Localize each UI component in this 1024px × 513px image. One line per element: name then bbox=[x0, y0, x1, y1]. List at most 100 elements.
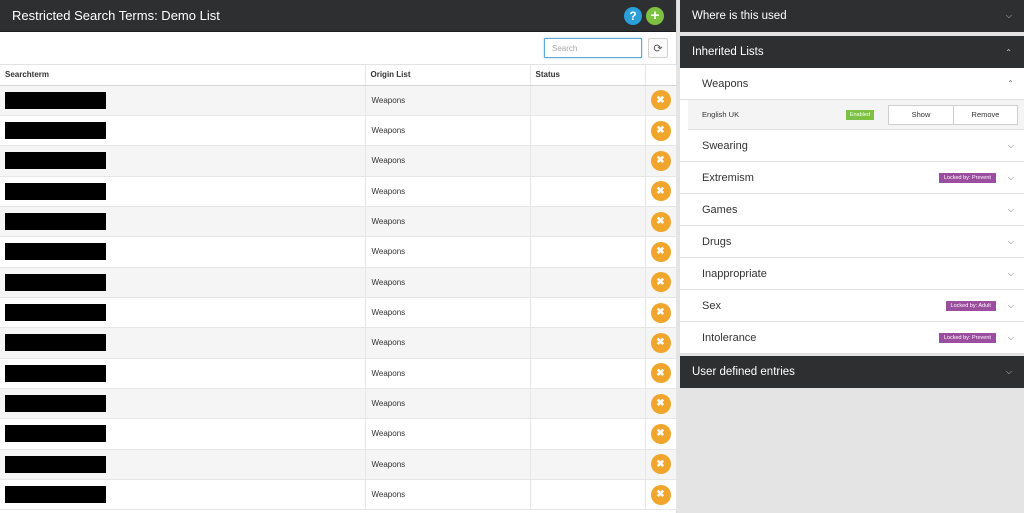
list-item-drugs[interactable]: Drugs ⌵ bbox=[680, 226, 1024, 258]
user-defined-header[interactable]: User defined entries ⌵ bbox=[680, 356, 1024, 388]
delete-icon[interactable]: ✖ bbox=[650, 454, 671, 475]
status-cell bbox=[530, 449, 646, 480]
delete-icon[interactable]: ✖ bbox=[650, 241, 671, 262]
user-defined-title: User defined entries bbox=[692, 366, 795, 378]
delete-icon[interactable]: ✖ bbox=[650, 393, 671, 414]
actions-cell: ✖ bbox=[645, 327, 677, 359]
table-row: Weapons ✖ bbox=[0, 267, 677, 298]
where-used-title: Where is this used bbox=[692, 10, 787, 22]
searchterm-cell bbox=[0, 449, 366, 480]
list-item-label: Drugs bbox=[702, 235, 732, 248]
search-input[interactable] bbox=[544, 38, 642, 58]
list-item-label: Swearing bbox=[702, 139, 748, 152]
panel-title: Restricted Search Terms: Demo List bbox=[12, 8, 220, 23]
status-cell bbox=[530, 145, 646, 177]
delete-icon[interactable]: ✖ bbox=[650, 272, 671, 293]
chevron-down-icon: ⌵ bbox=[1007, 204, 1014, 214]
status-cell bbox=[530, 206, 646, 238]
searchterm-cell bbox=[0, 418, 366, 450]
where-used-header[interactable]: Where is this used ⌵ bbox=[680, 0, 1024, 32]
redacted-term bbox=[5, 486, 106, 504]
add-icon[interactable]: + bbox=[646, 6, 664, 25]
status-cell bbox=[530, 176, 646, 207]
column-header-status[interactable]: Status bbox=[530, 65, 646, 86]
refresh-icon[interactable]: ⟳ bbox=[648, 38, 668, 58]
list-item-label: Sex bbox=[702, 299, 721, 312]
chevron-up-icon: ⌃ bbox=[1005, 47, 1012, 57]
delete-icon[interactable]: ✖ bbox=[650, 120, 671, 141]
delete-icon[interactable]: ✖ bbox=[650, 150, 671, 171]
help-icon[interactable]: ? bbox=[624, 6, 642, 25]
searchterm-cell bbox=[0, 206, 366, 238]
table-row: Weapons ✖ bbox=[0, 85, 677, 116]
searchterm-cell bbox=[0, 236, 366, 268]
actions-cell: ✖ bbox=[645, 206, 677, 238]
panel-header: Restricted Search Terms: Demo List ? + bbox=[0, 0, 676, 32]
column-header-origin-list[interactable]: Origin List bbox=[365, 65, 531, 86]
list-item-label: Intolerance bbox=[702, 331, 757, 344]
redacted-term bbox=[5, 213, 106, 231]
redacted-term bbox=[5, 395, 106, 413]
status-cell bbox=[530, 327, 646, 359]
actions-cell: ✖ bbox=[645, 145, 677, 177]
inherited-lists-title: Inherited Lists bbox=[692, 46, 764, 58]
origin-list-cell: Weapons bbox=[365, 176, 531, 207]
actions-cell: ✖ bbox=[645, 267, 677, 298]
locked-badge: Locked by: Prevent bbox=[938, 172, 996, 183]
delete-icon[interactable]: ✖ bbox=[650, 302, 671, 323]
chevron-up-icon: ⌃ bbox=[1007, 79, 1014, 88]
delete-icon[interactable]: ✖ bbox=[650, 211, 671, 232]
table-body: Weapons ✖ Weapons ✖ Weapons ✖ Weapons ✖ Weapons ✖… bbox=[0, 85, 677, 511]
delete-icon[interactable]: ✖ bbox=[650, 332, 671, 353]
list-item-inappropriate[interactable]: Inappropriate ⌵ bbox=[680, 258, 1024, 290]
inherited-lists-header[interactable]: Inherited Lists ⌃ bbox=[680, 36, 1024, 68]
remove-button[interactable]: Remove bbox=[954, 104, 1018, 125]
status-cell bbox=[530, 236, 646, 268]
delete-icon[interactable]: ✖ bbox=[650, 181, 671, 202]
chevron-down-icon: ⌵ bbox=[1005, 11, 1012, 20]
redacted-term bbox=[5, 273, 106, 291]
actions-cell: ✖ bbox=[645, 358, 677, 389]
searchterm-cell bbox=[0, 267, 366, 298]
list-item-extremism[interactable]: Extremism Locked by: Prevent ⌵ bbox=[680, 162, 1024, 194]
column-header-searchterm[interactable]: Searchterm bbox=[0, 65, 366, 86]
locked-badge: Locked by: Prevent bbox=[938, 332, 996, 343]
list-item-swearing[interactable]: Swearing ⌵ bbox=[680, 130, 1024, 162]
origin-list-cell: Weapons bbox=[365, 297, 531, 329]
searchterm-cell bbox=[0, 145, 366, 177]
delete-icon[interactable]: ✖ bbox=[650, 423, 671, 444]
table-row: Weapons ✖ bbox=[0, 206, 677, 238]
table-row: Weapons ✖ bbox=[0, 327, 677, 359]
delete-icon[interactable]: ✖ bbox=[650, 484, 671, 505]
list-item-games[interactable]: Games ⌵ bbox=[680, 194, 1024, 226]
redacted-term bbox=[5, 152, 106, 170]
list-item-label: Weapons bbox=[702, 77, 749, 90]
actions-cell: ✖ bbox=[645, 236, 677, 268]
searchterm-cell bbox=[0, 327, 366, 359]
delete-icon[interactable]: ✖ bbox=[650, 363, 671, 384]
status-cell bbox=[530, 297, 646, 329]
actions-cell: ✖ bbox=[645, 388, 677, 420]
delete-icon[interactable]: ✖ bbox=[650, 90, 671, 111]
origin-list-cell: Weapons bbox=[365, 267, 531, 298]
actions-cell: ✖ bbox=[645, 85, 677, 116]
list-item-label: Games bbox=[702, 203, 738, 216]
redacted-term bbox=[5, 334, 106, 352]
searchterm-cell bbox=[0, 297, 366, 329]
chevron-down-icon: ⌵ bbox=[1007, 140, 1014, 150]
searchterm-cell bbox=[0, 176, 366, 207]
show-button[interactable]: Show bbox=[888, 104, 954, 125]
list-item-weapons[interactable]: Weapons ⌃ bbox=[680, 68, 1024, 100]
actions-cell: ✖ bbox=[645, 297, 677, 329]
list-item-intolerance[interactable]: Intolerance Locked by: Prevent ⌵ bbox=[680, 322, 1024, 354]
origin-list-cell: Weapons bbox=[365, 85, 531, 116]
table-toolbar: ⟳ bbox=[0, 32, 676, 65]
chevron-down-icon: ⌵ bbox=[1007, 332, 1014, 342]
sub-list-name: English UK bbox=[702, 110, 740, 119]
list-item-sex[interactable]: Sex Locked by: Adult ⌵ bbox=[680, 290, 1024, 322]
actions-cell: ✖ bbox=[645, 115, 677, 147]
chevron-down-icon: ⌵ bbox=[1007, 268, 1014, 278]
list-item-label: Inappropriate bbox=[702, 267, 767, 280]
table-row: Weapons ✖ bbox=[0, 358, 677, 389]
status-cell bbox=[530, 115, 646, 147]
